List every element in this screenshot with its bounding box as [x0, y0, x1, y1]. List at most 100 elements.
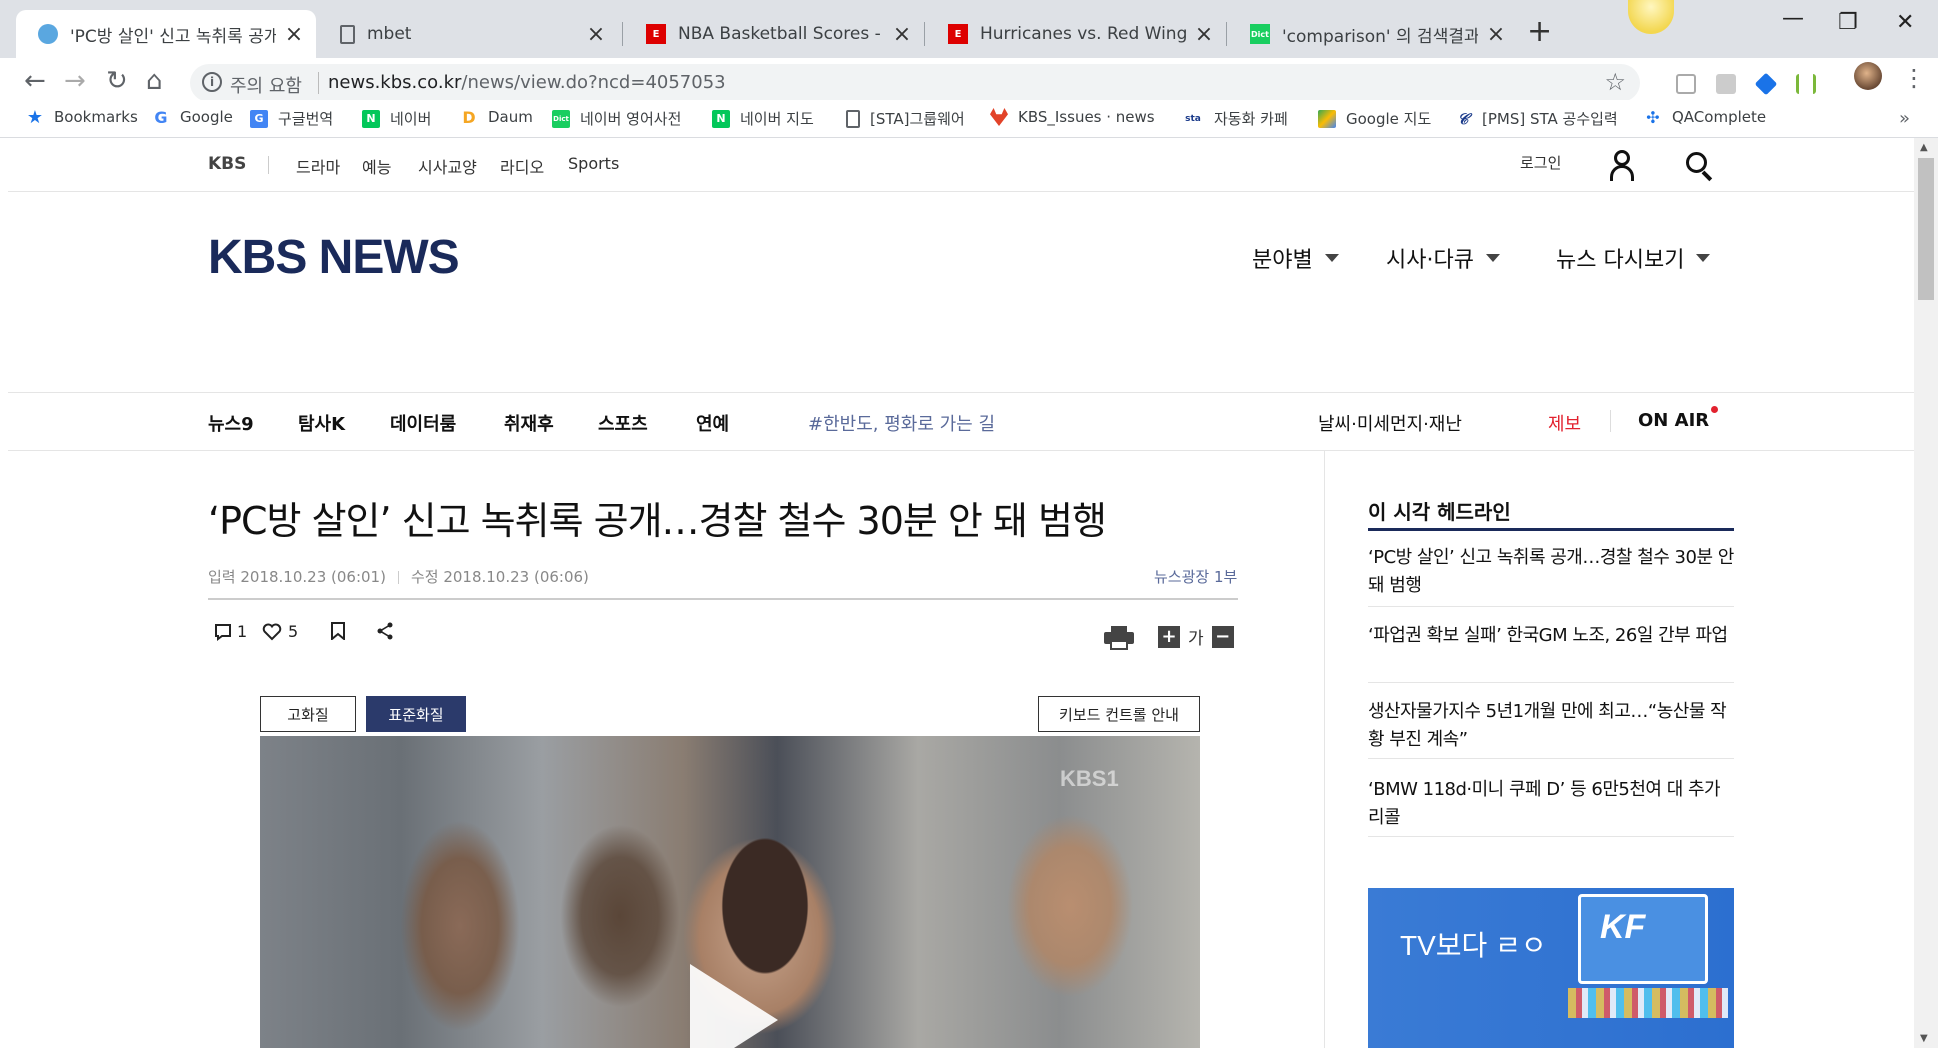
bookmark-star-icon[interactable]: ☆	[1604, 68, 1626, 96]
section-tamsak[interactable]: 탐사K	[298, 410, 345, 436]
campaign-tag-link[interactable]: #한반도, 평화로 가는 길	[808, 410, 995, 436]
info-icon[interactable]: i	[202, 72, 222, 92]
page-icon	[340, 24, 355, 44]
section-entertainment[interactable]: 연예	[696, 410, 729, 436]
heart-icon	[262, 623, 282, 640]
comment-button[interactable]: 1	[214, 622, 247, 641]
on-air-link[interactable]: ON AIR	[1638, 406, 1719, 431]
tab-separator	[924, 22, 925, 46]
close-tab-icon[interactable]: ×	[892, 22, 912, 47]
kbs-home-link[interactable]: KBS	[208, 154, 246, 174]
menu-news-replay[interactable]: 뉴스 다시보기	[1556, 242, 1711, 274]
top-link-drama[interactable]: 드라마	[296, 154, 340, 178]
bookmark-item[interactable]: sta 자동화 카페	[1182, 108, 1288, 129]
print-icon[interactable]	[1104, 626, 1134, 650]
top-link-sports[interactable]: Sports	[568, 154, 619, 173]
close-tab-icon[interactable]: ×	[284, 22, 304, 47]
bookmark-item[interactable]: D Daum	[460, 108, 533, 127]
url-text[interactable]: news.kbs.co.kr/news/view.do?ncd=4057053	[328, 72, 726, 93]
divider	[1368, 758, 1734, 759]
tab-hurricanes-redwings[interactable]: E Hurricanes vs. Red Wings - Live ×	[926, 10, 1226, 58]
close-tab-icon[interactable]: ×	[1486, 22, 1506, 47]
bookmark-item[interactable]: N 네이버	[362, 108, 431, 129]
close-tab-icon[interactable]: ×	[1194, 22, 1214, 47]
bookmark-item[interactable]: KBS_Issues · news / i	[990, 108, 1154, 126]
bookmark-label: QAComplete	[1672, 108, 1767, 126]
top-link-culture[interactable]: 시사교양	[418, 154, 477, 178]
qacomplete-icon: ✣	[1646, 107, 1660, 127]
menu-label: 뉴스 다시보기	[1556, 248, 1685, 273]
report-link[interactable]: 제보	[1548, 410, 1581, 436]
menu-by-field[interactable]: 분야별	[1252, 242, 1339, 274]
section-dataroom[interactable]: 데이터룸	[390, 410, 456, 436]
headline-item[interactable]: 생산자물가지수 5년1개월 만에 최고…“농산물 작황 부진 계속”	[1368, 698, 1734, 754]
hd-quality-button[interactable]: 고화질	[260, 696, 356, 732]
scroll-up-icon[interactable]: ▲	[1920, 142, 1928, 153]
reload-icon[interactable]: ↻	[106, 66, 128, 96]
video-player[interactable]: KBS1	[260, 736, 1200, 1048]
login-link[interactable]: 로그인	[1520, 152, 1561, 173]
tab-kbs-article[interactable]: 'PC방 살인' 신고 녹취록 공개...경찰 철수 30분 안 돼 범행 ×	[16, 10, 316, 58]
bookmarks-overflow-icon[interactable]: »	[1899, 108, 1910, 129]
share-button[interactable]	[376, 622, 394, 640]
bookmarks-bar: ★ Bookmarks G Google G 구글번역 N 네이버 D Daum Dict…	[0, 100, 1938, 138]
bookmark-item[interactable]: Dict 네이버 영어사전	[552, 108, 681, 129]
scroll-thumb[interactable]	[1918, 158, 1934, 300]
program-link[interactable]: 뉴스광장 1부	[1154, 566, 1237, 587]
play-icon[interactable]	[690, 964, 778, 1048]
menu-current-affairs[interactable]: 시사·다큐	[1386, 242, 1500, 274]
sd-quality-button[interactable]: 표준화질	[366, 696, 466, 732]
scroll-down-icon[interactable]: ▼	[1920, 1033, 1928, 1044]
font-increase-icon[interactable]: +	[1158, 625, 1180, 648]
like-button[interactable]: 5	[262, 622, 298, 641]
pms-icon: 𝒞	[1457, 109, 1469, 128]
font-decrease-icon[interactable]: −	[1211, 625, 1234, 648]
bookmark-item[interactable]: 𝒞 [PMS] STA 공수입력	[1454, 108, 1618, 129]
menu-kebab-icon[interactable]: ⋮	[1902, 64, 1926, 92]
window-close-icon[interactable]: ✕	[1896, 10, 1914, 35]
security-label[interactable]: 주의 요함	[230, 72, 302, 98]
bookmark-item[interactable]: ✣ QAComplete	[1644, 107, 1767, 127]
section-sports[interactable]: 스포츠	[598, 410, 648, 436]
restore-icon[interactable]: ❐	[1838, 10, 1858, 35]
tab-naver-dict[interactable]: Dict 'comparison' 의 검색결과 : 네이버 ×	[1228, 10, 1518, 58]
extension-icon[interactable]	[1754, 72, 1778, 96]
section-after-report[interactable]: 취재후	[504, 410, 554, 436]
new-tab-icon[interactable]: +	[1527, 14, 1552, 49]
page-scrollbar[interactable]: ▲ ▼	[1914, 138, 1938, 1048]
address-bar[interactable]: i 주의 요함 news.kbs.co.kr/news/view.do?ncd=…	[190, 64, 1640, 102]
bookmark-item[interactable]: Google 지도	[1318, 108, 1431, 129]
profile-avatar[interactable]	[1854, 62, 1882, 90]
back-icon[interactable]: ←	[24, 66, 46, 96]
weather-link[interactable]: 날씨·미세먼지·재난	[1318, 410, 1462, 436]
top-link-entertainment[interactable]: 예능	[362, 154, 391, 178]
headline-item[interactable]: ‘BMW 118d·미니 쿠페 D’ 등 6만5천여 대 추가 리콜	[1368, 776, 1734, 832]
top-link-radio[interactable]: 라디오	[500, 154, 544, 178]
kbs-news-logo[interactable]: KBS NEWS	[208, 230, 460, 285]
headline-item[interactable]: ‘PC방 살인’ 신고 녹취록 공개…경찰 철수 30분 안 돼 범행	[1368, 544, 1734, 600]
home-icon[interactable]: ⌂	[146, 66, 163, 96]
input-time: 입력 2018.10.23 (06:01)	[208, 568, 386, 586]
tab-nba-scores[interactable]: E NBA Basketball Scores - NBA Scoreboard…	[624, 10, 924, 58]
search-icon[interactable]	[1686, 152, 1714, 182]
section-news9[interactable]: 뉴스9	[208, 410, 254, 436]
extension-icon[interactable]	[1676, 74, 1696, 94]
ad-banner[interactable]: TV보다 ㄹㅇ KF	[1368, 888, 1734, 1048]
extension-icon[interactable]	[1796, 74, 1816, 94]
close-tab-icon[interactable]: ×	[586, 22, 606, 47]
bookmark-item[interactable]: ★ Bookmarks	[26, 107, 138, 128]
extension-icon[interactable]	[1716, 74, 1736, 94]
bookmark-item[interactable]: [STA]그룹웨어	[846, 108, 965, 129]
user-icon[interactable]	[1608, 150, 1636, 181]
forward-icon[interactable]: →	[64, 66, 86, 96]
bookmark-button[interactable]	[330, 622, 346, 640]
menu-label: 분야별	[1252, 248, 1313, 273]
minimize-icon[interactable]: —	[1782, 6, 1804, 31]
tab-mbet[interactable]: mbet ×	[318, 10, 618, 58]
headline-item[interactable]: ‘파업권 확보 실패’ 한국GM 노조, 26일 간부 파업	[1368, 622, 1734, 650]
bookmark-item[interactable]: G 구글번역	[250, 108, 333, 129]
bookmark-item[interactable]: G Google	[152, 108, 232, 127]
espn-favicon: E	[948, 24, 968, 44]
keyboard-help-button[interactable]: 키보드 컨트롤 안내	[1038, 696, 1200, 732]
bookmark-item[interactable]: N 네이버 지도	[712, 108, 814, 129]
